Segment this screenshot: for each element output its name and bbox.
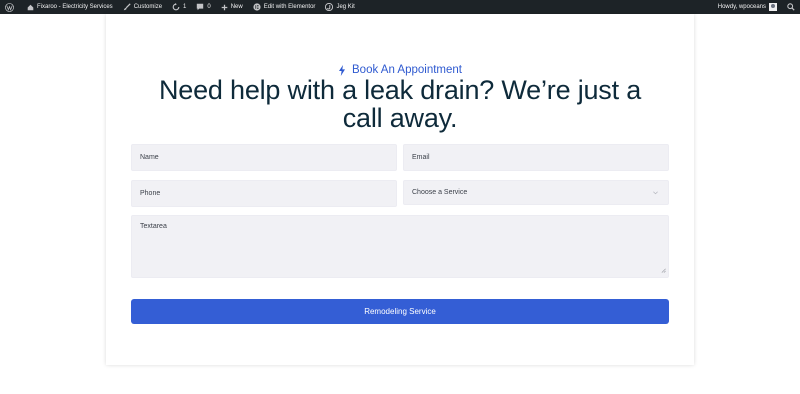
home-icon xyxy=(27,4,34,11)
submit-label: Remodeling Service xyxy=(364,307,436,316)
submit-button[interactable]: Remodeling Service xyxy=(131,299,669,324)
comments-link[interactable]: 0 xyxy=(191,0,215,14)
bolt-icon xyxy=(338,64,346,76)
wordpress-icon xyxy=(5,2,14,12)
resize-grip-icon[interactable] xyxy=(661,268,666,275)
site-name-label: Fixaroo - Electricity Services xyxy=(37,4,113,10)
message-textarea[interactable]: Textarea xyxy=(131,215,669,278)
jegkit-label: Jeg Kit xyxy=(336,4,355,10)
jegkit-icon xyxy=(325,3,334,11)
comments-count: 0 xyxy=(207,4,211,10)
customize-label: Customize xyxy=(133,4,163,10)
wordpress-logo-button[interactable] xyxy=(0,0,22,14)
appointment-card: Book An Appointment Need help with a lea… xyxy=(106,14,694,365)
chevron-down-icon xyxy=(653,190,658,197)
updates-icon xyxy=(172,3,180,11)
updates-count: 1 xyxy=(183,4,187,10)
customize-link[interactable]: Customize xyxy=(118,0,167,14)
my-account-link[interactable]: Howdy, wpoceans xyxy=(713,0,782,14)
name-field[interactable]: Name xyxy=(131,144,397,171)
service-selected-value: Choose a Service xyxy=(412,189,468,196)
greeting-label: Howdy, wpoceans xyxy=(717,4,766,10)
new-label: New xyxy=(230,4,243,10)
phone-placeholder: Phone xyxy=(140,190,161,197)
admin-bar: Fixaroo - Electricity Services Customize… xyxy=(0,0,800,14)
name-placeholder: Name xyxy=(140,154,159,161)
page-title: Need help with a leak drain? We’re just … xyxy=(158,75,642,133)
new-content-link[interactable]: New xyxy=(216,0,248,14)
jeg-kit-link[interactable]: Jeg Kit xyxy=(320,0,359,14)
email-field[interactable]: Email xyxy=(403,144,669,171)
service-select[interactable]: Choose a Service xyxy=(403,180,669,205)
edit-with-elementor-link[interactable]: Edit with Elementor xyxy=(248,0,321,14)
admin-bar-left: Fixaroo - Electricity Services Customize… xyxy=(0,0,360,14)
textarea-placeholder: Textarea xyxy=(140,223,167,230)
plus-icon xyxy=(221,4,228,11)
elementor-label: Edit with Elementor xyxy=(263,4,316,10)
search-icon xyxy=(787,3,795,11)
phone-field[interactable]: Phone xyxy=(131,180,397,207)
email-placeholder: Email xyxy=(412,154,430,161)
search-button[interactable] xyxy=(782,0,800,14)
admin-bar-right: Howdy, wpoceans xyxy=(713,0,800,14)
avatar xyxy=(769,3,777,11)
customize-brush-icon xyxy=(123,3,131,11)
comments-icon xyxy=(196,3,204,11)
updates-link[interactable]: 1 xyxy=(167,0,191,14)
site-name-link[interactable]: Fixaroo - Electricity Services xyxy=(22,0,118,14)
elementor-icon xyxy=(253,3,261,11)
